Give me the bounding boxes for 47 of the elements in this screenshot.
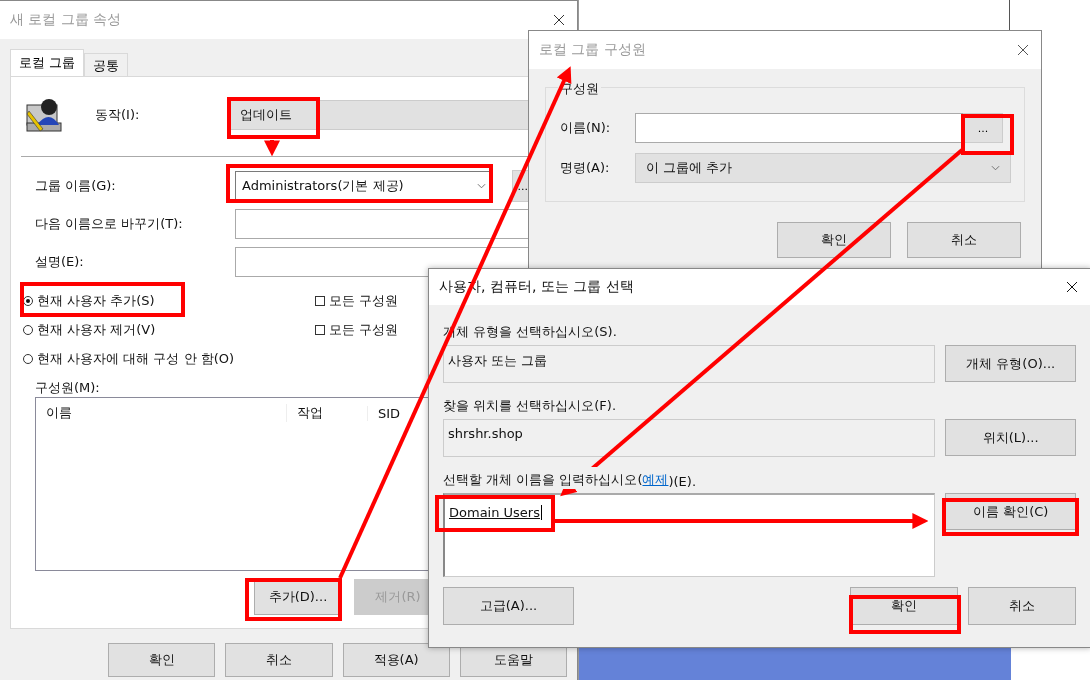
checkbox[interactable]	[315, 325, 325, 335]
option-label: 현재 사용자에 대해 구성 안 함(O)	[37, 350, 235, 368]
advanced-button[interactable]: 고급(A)...	[443, 587, 574, 625]
location-field: shrshr.shop	[443, 419, 936, 457]
list-label: 구성원(M):	[35, 379, 101, 397]
field-label: 선택할 개체 이름을 입력하십시오(예제)(E).	[443, 467, 697, 489]
checkbox[interactable]	[315, 296, 325, 306]
radio-option[interactable]: 현재 사용자 제거(V)	[23, 320, 307, 340]
dialog-button[interactable]: 취소	[968, 587, 1076, 625]
field-label: 이름(N):	[560, 119, 612, 137]
option-label: 현재 사용자 추가(S)	[37, 292, 155, 310]
window-title: 새 로컬 그룹 속성	[10, 11, 122, 29]
close-icon[interactable]	[553, 14, 565, 26]
tab[interactable]: 로컬 그룹	[10, 49, 85, 76]
field-label: 설명(E):	[35, 253, 85, 271]
column-header[interactable]: 이름	[36, 404, 286, 422]
field-label: 명령(A):	[560, 159, 611, 177]
close-icon[interactable]	[1017, 44, 1029, 56]
dialog-button[interactable]: 취소	[225, 643, 333, 677]
field-label: 다음 이름으로 바꾸기(T):	[35, 215, 184, 233]
radio-option[interactable]: 현재 사용자에 대해 구성 안 함(O)	[23, 349, 307, 369]
dialog-button[interactable]: 확인	[108, 643, 216, 677]
chevron-icon	[991, 165, 1000, 171]
dialog-button[interactable]: 취소	[907, 222, 1021, 258]
computer-user-icon	[25, 96, 65, 133]
command-dropdown[interactable]: 이 그룹에 추가	[635, 153, 1011, 183]
option-label: 모든 구성원	[329, 292, 399, 310]
tab[interactable]: 공통	[84, 53, 129, 76]
object-names-field[interactable]: Domain Users	[443, 493, 936, 577]
option-label: 모든 구성원	[329, 321, 399, 339]
window-title: 로컬 그룹 구성원	[539, 41, 646, 59]
radio-option[interactable]: 현재 사용자 추가(S)	[23, 291, 307, 311]
dialog-button[interactable]: 확인	[777, 222, 891, 258]
object-types-button[interactable]: 개체 유형(O)...	[945, 345, 1076, 382]
close-icon[interactable]	[1066, 281, 1078, 293]
arrow	[264, 140, 280, 157]
name-field[interactable]	[635, 113, 963, 143]
object-type-field: 사용자 또는 그룹	[443, 345, 936, 383]
dialog-button[interactable]: 적용(A)	[342, 643, 450, 677]
chevron-icon	[477, 183, 486, 189]
locations-button[interactable]: 위치(L)...	[945, 419, 1076, 456]
examples-link[interactable]: 예제	[642, 471, 669, 489]
option-label: 현재 사용자 제거(V)	[37, 321, 156, 339]
column-header[interactable]: 작업	[286, 404, 367, 422]
highlight-box	[961, 114, 1014, 155]
field-label: 동작(I):	[95, 105, 141, 124]
field-label: 그룹 이름(G):	[35, 177, 117, 195]
